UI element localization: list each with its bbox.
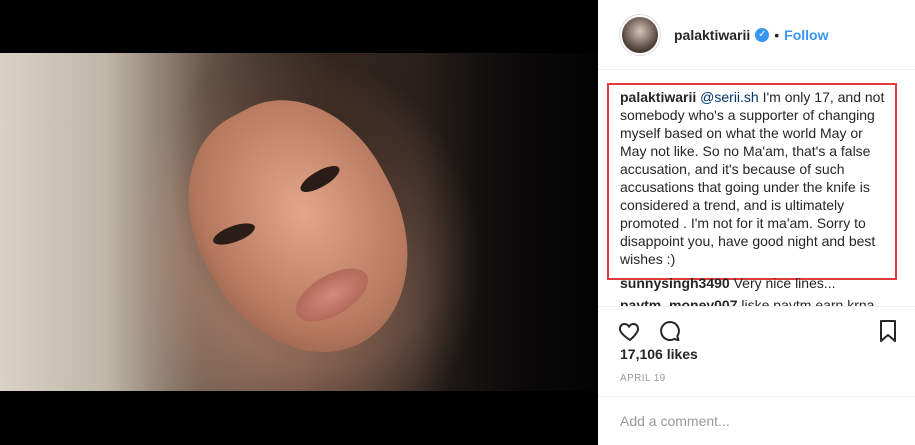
post-side-panel: palaktiwarii ✓ • Follow palaktiwarii @se… xyxy=(598,0,915,445)
follow-button[interactable]: Follow xyxy=(784,27,828,43)
likes-count[interactable]: 17,106 likes xyxy=(620,346,698,362)
post-photo[interactable] xyxy=(0,53,598,391)
post-actions xyxy=(598,306,915,346)
heart-icon[interactable] xyxy=(618,319,642,343)
comment-mention[interactable]: @serii.sh xyxy=(700,89,759,105)
comment-username[interactable]: paytm_money007 xyxy=(620,297,738,306)
comment-item: sunnysingh3490 Very nice lines... xyxy=(620,274,892,292)
comment-highlighted: palaktiwarii @serii.sh I'm only 17, and … xyxy=(620,88,892,268)
bookmark-icon[interactable] xyxy=(877,319,899,343)
comment-username[interactable]: palaktiwarii xyxy=(620,89,696,105)
post-media-panel xyxy=(0,0,598,445)
comment-text: liske paytm earn krna xyxy=(737,297,875,306)
post-header: palaktiwarii ✓ • Follow xyxy=(598,0,915,70)
header-username[interactable]: palaktiwarii xyxy=(674,27,750,43)
post-date[interactable]: APRIL 19 xyxy=(620,373,666,384)
comment-item: paytm_money007 liske paytm earn krna xyxy=(620,296,892,306)
comment-bubble-icon[interactable] xyxy=(658,319,682,343)
comment-text: I'm only 17, and not somebody who's a su… xyxy=(620,89,885,267)
comments-list[interactable]: palaktiwarii @serii.sh I'm only 17, and … xyxy=(598,70,915,306)
comment-text: Very nice lines... xyxy=(729,275,836,291)
avatar[interactable] xyxy=(620,14,660,55)
add-comment-input[interactable] xyxy=(620,413,890,429)
header-separator: • xyxy=(774,26,780,43)
verified-badge-icon: ✓ xyxy=(755,27,770,42)
add-comment-bar xyxy=(598,396,915,445)
photo-shadow xyxy=(420,53,598,391)
comment-username[interactable]: sunnysingh3490 xyxy=(620,275,730,291)
